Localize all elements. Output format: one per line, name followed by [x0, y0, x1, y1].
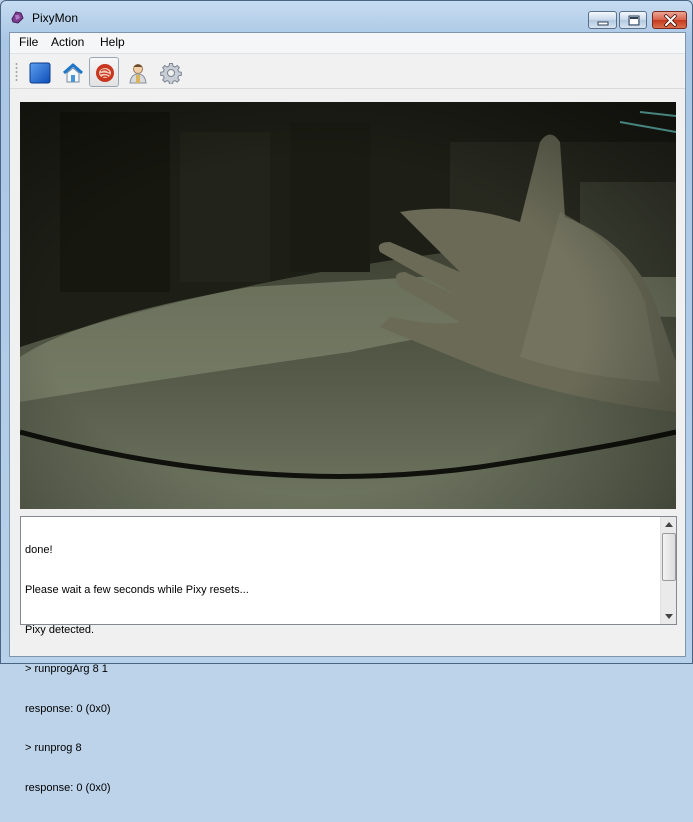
settings-button[interactable]: [155, 57, 185, 87]
scroll-up-button[interactable]: [661, 517, 677, 533]
pixymon-window: PixyMon File Action Help done! Please wa…: [0, 0, 693, 794]
console-line: response: 0 (0x0): [25, 702, 111, 715]
person-icon: [129, 64, 147, 84]
title-bar[interactable]: PixyMon: [1, 1, 692, 32]
raw-video-button[interactable]: [89, 57, 119, 87]
window-title: PixyMon: [32, 11, 79, 25]
console-output[interactable]: done! Please wait a few seconds while Pi…: [20, 516, 677, 794]
console-line: > runprog 8: [25, 742, 82, 755]
minimize-button[interactable]: [588, 11, 617, 29]
gear-icon: [160, 63, 182, 84]
console-line: > runprogArg 8 1: [25, 663, 108, 676]
run-pixy-icon: [29, 62, 51, 84]
toolbar-grip[interactable]: [15, 62, 18, 82]
maximize-icon: [628, 15, 640, 26]
menu-help[interactable]: Help: [100, 35, 125, 49]
home-button[interactable]: [57, 57, 87, 87]
toolbar: [10, 53, 685, 89]
camera-feed-image: [20, 102, 676, 509]
maximize-button[interactable]: [619, 11, 647, 29]
minimize-icon: [597, 21, 609, 26]
run-pixy-button[interactable]: [24, 57, 54, 87]
main-client-area: File Action Help done! Please wait a few…: [9, 32, 686, 794]
scroll-down-button[interactable]: [661, 608, 677, 624]
close-icon: [664, 14, 677, 27]
pixymon-app-icon: [9, 9, 25, 25]
menu-bar: File Action Help: [10, 33, 685, 53]
arrow-down-icon: [665, 614, 673, 619]
camera-video-view[interactable]: [20, 102, 676, 509]
menu-action[interactable]: Action: [51, 35, 84, 49]
close-button[interactable]: [652, 11, 687, 29]
console-line: Pixy detected.: [25, 623, 95, 636]
scrollbar-thumb[interactable]: [662, 533, 676, 581]
console-scrollbar[interactable]: [660, 517, 676, 624]
home-icon: [63, 63, 83, 83]
menu-file[interactable]: File: [19, 35, 38, 49]
raw-video-icon: [96, 64, 114, 82]
console-line: done!: [25, 544, 53, 557]
console-text: done! Please wait a few seconds while Pi…: [25, 518, 655, 822]
person-button[interactable]: [122, 57, 152, 87]
console-line: response: 0 (0x0): [25, 782, 111, 795]
arrow-up-icon: [665, 522, 673, 527]
console-line: Please wait a few seconds while Pixy res…: [25, 584, 249, 597]
